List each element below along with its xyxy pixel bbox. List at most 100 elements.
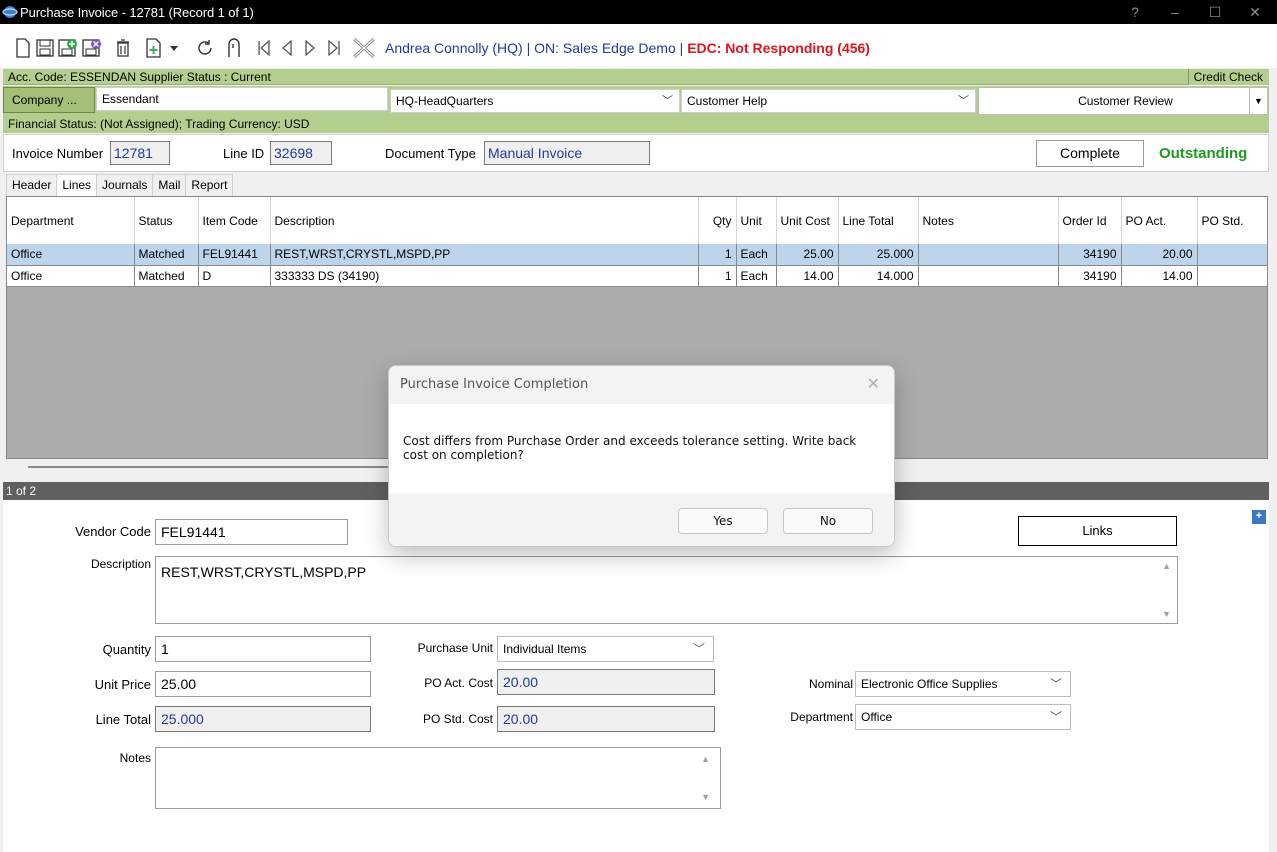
table-row[interactable]: Office Matched D 333333 DS (34190) 1 Eac… (7, 265, 1267, 287)
dropdown-arrow-icon[interactable]: ▼ (1249, 88, 1267, 114)
save-and-close-icon[interactable] (82, 37, 102, 59)
column-header-line-total[interactable]: Line Total (838, 197, 919, 244)
yes-button[interactable]: Yes (678, 508, 768, 534)
links-button[interactable]: Links (1018, 516, 1177, 546)
line-id-field[interactable]: 32698 (270, 141, 332, 165)
column-header-qty[interactable]: Qty (698, 197, 737, 244)
column-header-item-code[interactable]: Item Code (198, 197, 271, 244)
line-total-label: Line Total (95, 712, 151, 727)
cell-order-id[interactable]: 34190 (1058, 265, 1122, 287)
cell-po-act[interactable]: 20.00 (1121, 244, 1198, 266)
cell-qty[interactable]: 1 (698, 244, 737, 266)
scroll-up-icon[interactable]: ▲ (1162, 561, 1171, 571)
tab-journals[interactable]: Journals (96, 174, 154, 196)
help-button[interactable]: ? (1117, 0, 1153, 24)
cell-order-id[interactable]: 34190 (1058, 244, 1122, 266)
column-header-notes[interactable]: Notes (918, 197, 1059, 244)
column-header-department[interactable]: Department (7, 197, 135, 244)
company-button[interactable]: Company ... (3, 87, 95, 113)
scroll-down-icon[interactable]: ▼ (1162, 609, 1171, 619)
notes-field[interactable]: ▲ ▼ (155, 747, 721, 809)
minimize-button[interactable]: – (1157, 0, 1193, 24)
next-record-icon[interactable] (304, 37, 316, 59)
quantity-field[interactable]: 1 (155, 636, 371, 662)
description-field[interactable]: REST,WRST,CRYSTL,MSPD,PP ▲ ▼ (155, 556, 1178, 624)
tab-report[interactable]: Report (185, 174, 234, 196)
column-header-order-id[interactable]: Order Id (1058, 197, 1122, 244)
add-document-icon[interactable] (145, 37, 163, 59)
document-type-field[interactable]: Manual Invoice (484, 141, 650, 165)
column-header-po-std[interactable]: PO Std. (1197, 197, 1267, 244)
cell-po-std[interactable] (1197, 265, 1267, 287)
cell-po-act[interactable]: 14.00 (1121, 265, 1198, 287)
purchase-unit-select[interactable]: Individual Items ﹀ (497, 636, 714, 662)
maximize-button[interactable]: ☐ (1197, 0, 1233, 24)
cell-line-total[interactable]: 14.000 (838, 265, 919, 287)
headquarters-select[interactable]: HQ-HeadQuarters ﹀ (390, 89, 680, 113)
cell-notes[interactable] (918, 265, 1059, 287)
add-icon[interactable]: + (1252, 510, 1266, 524)
horizontal-scrollbar[interactable] (28, 466, 398, 468)
company-name-field[interactable]: Essendant (96, 87, 388, 111)
cell-description[interactable]: REST,WRST,CRYSTL,MSPD,PP (270, 244, 699, 266)
po-std-cost-field[interactable]: 20.00 (497, 706, 715, 732)
previous-record-icon[interactable] (281, 37, 293, 59)
last-record-icon[interactable] (327, 37, 341, 59)
tab-mail[interactable]: Mail (152, 174, 187, 196)
invoice-number-field[interactable]: 12781 (110, 141, 170, 165)
nominal-select[interactable]: Electronic Office Supplies ﹀ (855, 671, 1071, 697)
close-icon[interactable]: ✕ (867, 366, 880, 404)
close-button[interactable]: ✕ (1237, 0, 1273, 24)
po-act-cost-field[interactable]: 20.00 (497, 669, 715, 695)
pager-text: 1 of 2 (6, 484, 37, 498)
scroll-down-icon[interactable]: ▼ (701, 792, 710, 802)
save-and-new-icon[interactable] (58, 37, 78, 59)
cell-unit-cost[interactable]: 14.00 (776, 265, 839, 287)
cell-item-code[interactable]: D (198, 265, 271, 287)
attach-icon[interactable] (226, 37, 242, 59)
save-icon[interactable] (36, 37, 54, 59)
tab-header[interactable]: Header (6, 174, 58, 196)
column-header-description[interactable]: Description (270, 197, 699, 244)
delete-icon[interactable] (116, 37, 130, 59)
cell-status[interactable]: Matched (134, 244, 199, 266)
cell-item-code[interactable]: FEL91441 (198, 244, 271, 266)
column-header-status[interactable]: Status (134, 197, 199, 244)
nominal-label: Nominal (808, 677, 853, 691)
table-row[interactable]: Office Matched FEL91441 REST,WRST,CRYSTL… (7, 244, 1267, 266)
cell-unit-cost[interactable]: 25.00 (776, 244, 839, 266)
customer-help-select[interactable]: Customer Help ﹀ (681, 89, 976, 113)
cell-line-total[interactable]: 25.000 (838, 244, 919, 266)
invoice-status: Outstanding (1159, 145, 1248, 162)
tab-lines[interactable]: Lines (56, 174, 98, 197)
cancel-icon[interactable] (352, 37, 376, 59)
customer-review-select[interactable]: Customer Review ▼ (978, 87, 1268, 115)
cell-description[interactable]: 333333 DS (34190) (270, 265, 699, 287)
cell-unit[interactable]: Each (736, 265, 777, 287)
first-record-icon[interactable] (257, 37, 271, 59)
chevron-down-icon[interactable] (169, 37, 179, 59)
cell-department[interactable]: Office (7, 244, 135, 266)
department-select[interactable]: Office ﹀ (855, 704, 1071, 730)
column-header-unit-cost[interactable]: Unit Cost (776, 197, 839, 244)
line-total-field[interactable]: 25.000 (155, 706, 371, 732)
column-header-po-act[interactable]: PO Act. (1121, 197, 1198, 244)
unit-price-field[interactable]: 25.00 (155, 671, 371, 697)
cell-status[interactable]: Matched (134, 265, 199, 287)
cell-notes[interactable] (918, 244, 1059, 266)
cell-qty[interactable]: 1 (698, 265, 737, 287)
purchase-unit-value: Individual Items (503, 642, 587, 656)
vendor-code-label: Vendor Code (75, 524, 151, 539)
refresh-icon[interactable] (196, 37, 214, 59)
cell-unit[interactable]: Each (736, 244, 777, 266)
credit-check-button[interactable]: Credit Check (1187, 69, 1268, 85)
cell-department[interactable]: Office (7, 265, 135, 287)
no-button[interactable]: No (783, 508, 873, 534)
invoice-info-row: Invoice Number 12781 Line ID 32698 Docum… (3, 134, 1269, 172)
column-header-unit[interactable]: Unit (736, 197, 777, 244)
complete-button[interactable]: Complete (1036, 140, 1144, 167)
scroll-up-icon[interactable]: ▲ (701, 754, 710, 764)
cell-po-std[interactable] (1197, 244, 1267, 266)
vendor-code-field[interactable]: FEL91441 (155, 519, 348, 545)
new-document-icon[interactable] (15, 37, 31, 59)
